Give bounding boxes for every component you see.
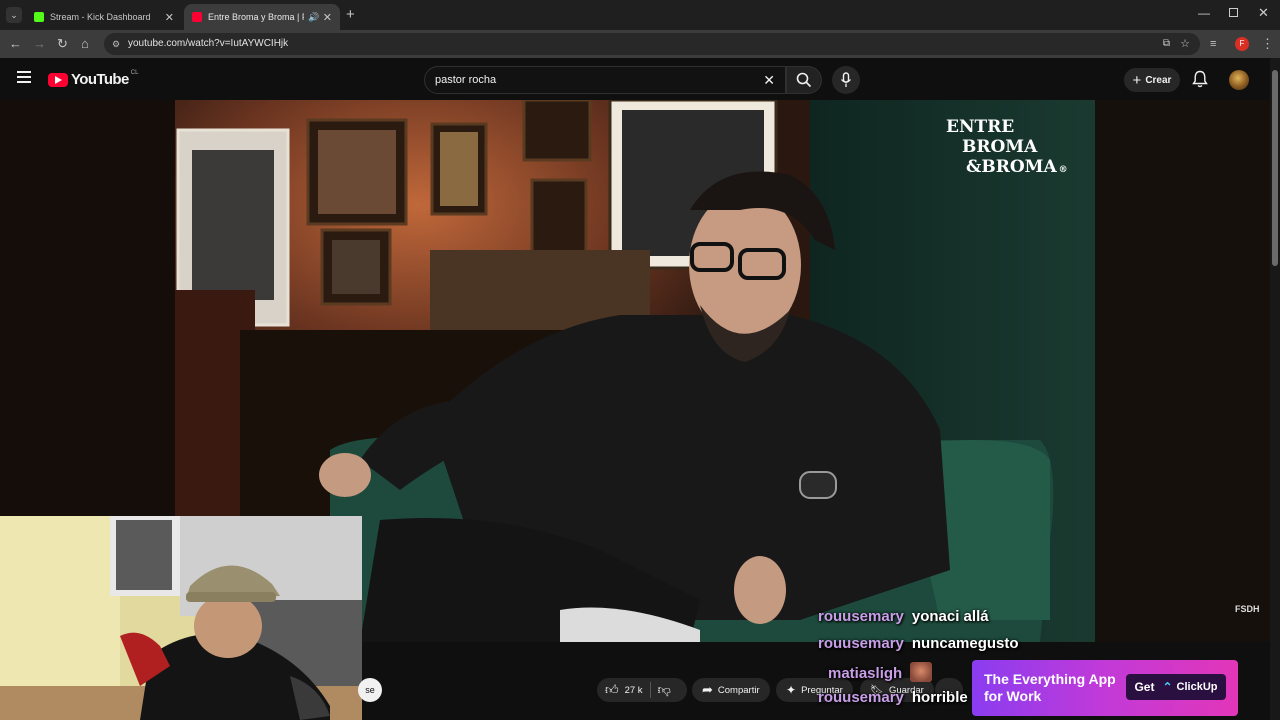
- tab-title: Stream - Kick Dashboard: [50, 12, 151, 22]
- reading-list-icon[interactable]: ≡: [1210, 37, 1216, 51]
- chat-text: horrible: [911, 689, 968, 706]
- url-text: youtube.com/watch?v=IutAYWCIHjk: [128, 38, 289, 49]
- like-dislike-group: 👍︎ 27 k 👎︎: [597, 678, 687, 702]
- clickup-logo-icon: ⌃: [1162, 680, 1173, 694]
- url-field[interactable]: ⚙ youtube.com/watch?v=IutAYWCIHjk ⧉ ☆: [104, 33, 1200, 55]
- channel-watermark: FSDH: [1235, 604, 1260, 614]
- like-button[interactable]: 👍︎ 27 k: [605, 682, 643, 698]
- audio-playing-icon[interactable]: 🔊: [308, 12, 319, 23]
- ad-cta-prefix: Get: [1134, 680, 1155, 694]
- browser-toolbar: ← → ↻ ⌂ ⚙ youtube.com/watch?v=IutAYWCIHj…: [0, 30, 1280, 58]
- account-avatar[interactable]: [1229, 70, 1249, 90]
- youtube-wordmark: YouTube: [71, 71, 129, 88]
- search-input[interactable]: pastor rocha ✕: [424, 66, 786, 94]
- share-button[interactable]: ➦ Compartir: [692, 678, 770, 702]
- streamer-webcam: [0, 516, 362, 720]
- tab-title: Entre Broma y Broma | Pastor: [208, 12, 304, 22]
- profile-avatar[interactable]: F: [1235, 37, 1249, 51]
- menu-icon[interactable]: [17, 71, 31, 83]
- show-logo-line2: BROMA: [962, 137, 1038, 157]
- browser-menu-icon[interactable]: ⋮: [1261, 37, 1274, 51]
- ad-line2: for Work: [984, 688, 1042, 704]
- scrollbar-thumb[interactable]: [1272, 70, 1278, 266]
- description-chip[interactable]: se: [358, 678, 382, 702]
- tab-search-icon[interactable]: ⌄: [6, 7, 22, 23]
- show-logo-line1: ENTRE: [946, 117, 1015, 137]
- chat-message: matiasligh: [828, 662, 933, 682]
- chat-message: rouusemary horrible: [818, 689, 968, 706]
- close-tab-icon[interactable]: ✕: [323, 11, 332, 24]
- youtube-header: YouTube CL pastor rocha ✕ + Crear: [0, 58, 1280, 100]
- share-arrow-icon: ➦: [702, 682, 713, 697]
- ad-brand: ClickUp: [1176, 681, 1218, 693]
- back-icon[interactable]: ←: [9, 37, 22, 51]
- microphone-icon: [840, 72, 852, 87]
- show-logo: ENTRE BROMA &BROMA ®: [946, 117, 1068, 180]
- divider: [649, 682, 651, 698]
- country-code: CL: [130, 69, 139, 76]
- create-button[interactable]: + Crear: [1124, 68, 1180, 92]
- tab-kick-dashboard[interactable]: Stream - Kick Dashboard ✕: [26, 4, 182, 30]
- kick-favicon-icon: [34, 12, 44, 22]
- bookmark-star-icon[interactable]: ☆: [1180, 33, 1190, 55]
- search-icon: [796, 72, 812, 88]
- plus-icon: +: [1132, 71, 1142, 89]
- chat-message: rouusemary yonaci allá: [818, 608, 989, 625]
- chat-text: yonaci allá: [911, 608, 989, 625]
- home-icon[interactable]: ⌂: [81, 37, 89, 51]
- page-scrollbar[interactable]: [1270, 58, 1280, 720]
- like-count: 27 k: [624, 684, 643, 696]
- thumb-down-icon: 👎︎: [657, 682, 671, 697]
- ad-line1: The Everything App: [984, 671, 1116, 687]
- clear-search-icon[interactable]: ✕: [763, 67, 775, 93]
- clickup-ad-banner[interactable]: The Everything App for Work Get ⌃ ClickU…: [972, 660, 1238, 716]
- voice-search-button[interactable]: [832, 66, 860, 94]
- chat-username: rouusemary: [818, 689, 904, 706]
- youtube-play-icon: [48, 72, 68, 87]
- webcam-feed: [0, 516, 362, 720]
- search-button[interactable]: [786, 66, 822, 94]
- notifications-bell-icon[interactable]: [1192, 70, 1208, 93]
- restore-icon[interactable]: [1229, 8, 1238, 17]
- browser-tab-bar: ⌄ Stream - Kick Dashboard ✕ Entre Broma …: [0, 0, 1280, 30]
- sparkle-icon: ✦: [786, 683, 797, 697]
- chat-username: matiasligh: [828, 665, 903, 682]
- new-tab-button[interactable]: +: [346, 6, 355, 23]
- chat-username: rouusemary: [818, 635, 904, 652]
- reload-icon[interactable]: ↻: [57, 37, 68, 51]
- close-tab-icon[interactable]: ✕: [165, 11, 174, 24]
- install-app-icon[interactable]: ⧉: [1163, 33, 1170, 55]
- search-query: pastor rocha: [435, 74, 497, 86]
- chat-text: nuncamegusto: [911, 635, 1019, 652]
- share-label: Compartir: [717, 684, 760, 696]
- ad-headline: The Everything App for Work: [984, 671, 1124, 705]
- youtube-favicon-icon: [192, 12, 202, 22]
- create-label: Crear: [1145, 74, 1172, 86]
- thumb-up-icon: 👍︎: [605, 682, 619, 697]
- youtube-logo[interactable]: YouTube CL: [48, 69, 139, 88]
- chat-message: rouusemary nuncamegusto: [818, 635, 1019, 652]
- forward-icon[interactable]: →: [33, 37, 46, 51]
- site-info-icon[interactable]: ⚙: [112, 33, 120, 55]
- close-window-icon[interactable]: ✕: [1258, 5, 1269, 21]
- tab-youtube-video[interactable]: Entre Broma y Broma | Pastor 🔊 ✕: [184, 4, 340, 30]
- ad-cta-button[interactable]: Get ⌃ ClickUp: [1126, 674, 1226, 700]
- show-logo-line3: &BROMA ®: [966, 157, 1068, 177]
- dislike-button[interactable]: 👎︎: [658, 682, 671, 698]
- minimize-icon[interactable]: —: [1198, 6, 1210, 20]
- chat-username: rouusemary: [818, 608, 904, 625]
- registered-icon: ®: [1058, 165, 1068, 175]
- chat-emote-icon: [910, 662, 933, 682]
